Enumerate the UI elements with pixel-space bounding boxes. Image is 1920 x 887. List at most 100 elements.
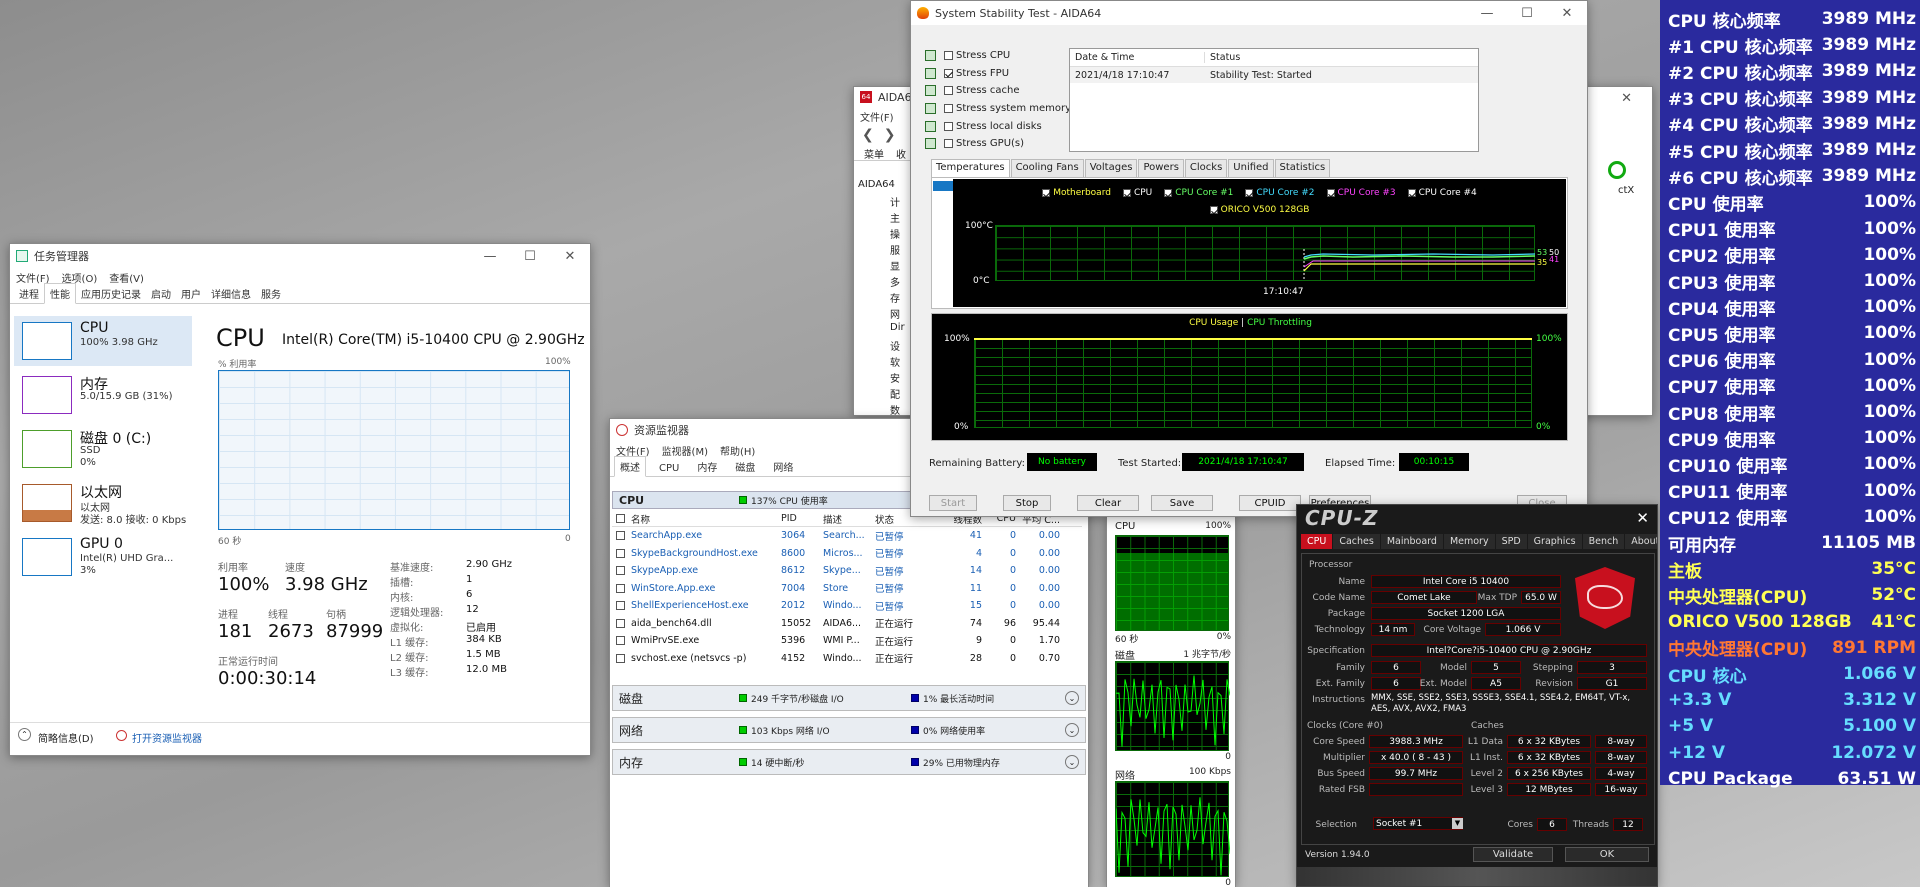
menu-item[interactable]: 查看(V) — [109, 270, 144, 285]
sensor-tab[interactable]: Cooling Fans — [1010, 159, 1084, 177]
tree-item[interactable]: 网 — [858, 306, 918, 322]
cpuz-tab[interactable]: Graphics — [1527, 534, 1582, 549]
sensor-tab[interactable]: Unified — [1228, 159, 1274, 177]
select-all-checkbox[interactable] — [616, 514, 625, 523]
tab-1[interactable]: 性能 — [44, 283, 76, 304]
table-row[interactable]: svchost.exe (netsvcs -p) 4152 Windo... 正在运行… — [612, 650, 1082, 668]
cpuz-tab[interactable]: About — [1625, 534, 1657, 549]
sensor-tab[interactable]: Voltages — [1084, 159, 1138, 177]
perf-side-item[interactable]: CPU 100% 3.98 GHz — [14, 316, 192, 366]
menu-item[interactable]: 帮助(H) — [720, 443, 755, 458]
stress-option[interactable]: Stress CPU — [925, 47, 1075, 65]
minimize-icon[interactable]: — — [1467, 1, 1507, 25]
row-checkbox[interactable] — [616, 601, 625, 611]
column-header[interactable]: PID — [778, 513, 820, 524]
table-row[interactable]: SkypeBackgroundHost.exe 8600 Micros... 已暂停 4… — [612, 545, 1082, 563]
tree-item[interactable]: Dir — [858, 322, 918, 338]
ok-button[interactable]: OK — [1565, 847, 1649, 862]
table-row[interactable]: WinStore.App.exe 7004 Store 已暂停 11 0 0.00 — [612, 580, 1082, 598]
tab-0[interactable]: 进程 — [14, 284, 44, 303]
row-checkbox[interactable] — [616, 566, 625, 576]
cpuid-button[interactable]: CPUID — [1239, 495, 1301, 511]
tree-item[interactable]: 主 — [858, 210, 918, 226]
tree-item[interactable]: 服 — [858, 242, 918, 258]
tree-item[interactable]: 软 — [858, 354, 918, 370]
stress-checkbox[interactable] — [944, 121, 953, 131]
minimize-icon[interactable]: — — [470, 244, 510, 268]
socket-select[interactable]: Socket #1 — [1373, 817, 1463, 830]
cpuz-tab[interactable]: Caches — [1333, 534, 1380, 549]
column-header[interactable]: 名称 — [628, 512, 778, 526]
stress-option[interactable]: Stress cache — [925, 82, 1075, 100]
perf-side-item[interactable]: 磁盘 0 (C:) SSD 0% — [14, 424, 192, 474]
cpu-section-title[interactable]: CPU — [619, 494, 739, 507]
tree-item[interactable]: 显 — [858, 258, 918, 274]
maximize-icon[interactable]: ☐ — [1507, 1, 1547, 25]
column-header[interactable]: 描述 — [820, 512, 872, 526]
close-icon[interactable]: ✕ — [1547, 1, 1587, 25]
stress-checkbox[interactable] — [944, 86, 953, 96]
resource-section[interactable]: 磁盘 249 千字节/秒磁盘 I/O 1% 最长活动时间 ⌄ — [612, 685, 1086, 711]
validate-button[interactable]: Validate — [1473, 847, 1553, 862]
tree-item[interactable]: 计 — [858, 194, 918, 210]
cpuz-window[interactable]: CPU-Z ✕ CPU Caches Mainboard Memory SPD Graph… — [1296, 504, 1658, 887]
chevron-up-icon[interactable]: ⌃ — [18, 728, 31, 741]
table-row[interactable]: WmiPrvSE.exe 5396 WMI P... 正在运行 9 0 1.70 — [612, 632, 1082, 650]
tree-item[interactable]: 数 — [858, 402, 918, 415]
cpuz-tab[interactable]: SPD — [1495, 534, 1527, 549]
table-row[interactable]: SearchApp.exe 3064 Search... 已暂停 41 0 0.00 — [612, 527, 1082, 545]
close-icon[interactable]: ✕ — [1621, 91, 1632, 106]
sensor-tab[interactable]: Clocks — [1184, 159, 1228, 177]
perf-side-item[interactable]: GPU 0 Intel(R) UHD Gra... 3% — [14, 532, 192, 582]
tab-4[interactable]: 用户 — [176, 284, 206, 303]
cpuz-tab[interactable]: Mainboard — [1380, 534, 1443, 549]
close-icon[interactable]: ✕ — [1636, 509, 1649, 527]
less-details-link[interactable]: 简略信息(D) — [38, 730, 94, 745]
chevron-down-icon[interactable]: ⌄ — [1065, 755, 1079, 769]
chevron-down-icon[interactable]: ⌄ — [1065, 723, 1079, 737]
tree-item[interactable]: 安 — [858, 370, 918, 386]
clear-button[interactable]: Clear — [1077, 495, 1139, 511]
chevron-down-icon[interactable]: ⌄ — [1065, 691, 1079, 705]
tree-item[interactable]: 操 — [858, 226, 918, 242]
row-checkbox[interactable] — [616, 531, 625, 541]
tab-3[interactable]: 磁盘 — [730, 457, 760, 476]
stress-checkbox[interactable] — [944, 104, 953, 114]
stress-option[interactable]: Stress FPU — [925, 65, 1075, 83]
tree-item[interactable]: 存 — [858, 290, 918, 306]
sensor-tab[interactable]: Powers — [1138, 159, 1184, 177]
stress-option[interactable]: Stress system memory — [925, 100, 1075, 118]
tab-2[interactable]: 应用历史记录 — [76, 284, 146, 303]
row-checkbox[interactable] — [616, 636, 625, 646]
tab-menu[interactable]: 菜单 — [858, 145, 890, 161]
cpuz-tab[interactable]: Bench — [1582, 534, 1625, 549]
save-button[interactable]: Save — [1151, 495, 1213, 511]
tab-6[interactable]: 服务 — [256, 284, 286, 303]
tab-0[interactable]: 概述 — [614, 456, 646, 477]
row-checkbox[interactable] — [616, 653, 625, 663]
resource-section[interactable]: 内存 14 硬中断/秒 29% 已用物理内存 ⌄ — [612, 749, 1086, 775]
stress-option[interactable]: Stress local disks — [925, 117, 1075, 135]
perf-side-item[interactable]: 内存 5.0/15.9 GB (31%) — [14, 370, 192, 420]
tab-2[interactable]: 内存 — [692, 457, 722, 476]
row-checkbox[interactable] — [616, 618, 625, 628]
forward-icon[interactable]: ❯ — [884, 127, 896, 143]
task-manager-window[interactable]: 任务管理器 — ☐ ✕ 文件(F) 选项(O) 查看(V) 进程 性能 应用历史记录 启动… — [9, 243, 591, 756]
close-icon[interactable]: ✕ — [550, 244, 590, 268]
tree-item[interactable]: 配 — [858, 386, 918, 402]
perf-side-item[interactable]: 以太网 以太网 发送: 8.0 接收: 0 Kbps — [14, 478, 192, 528]
open-resource-monitor-link[interactable]: 打开资源监视器 — [132, 730, 202, 745]
menu-item[interactable]: 监视器(M) — [662, 443, 708, 458]
tab-favorites[interactable]: 收 — [890, 145, 912, 161]
log-row[interactable]: 2021/4/18 17:10:47 Stability Test: Start… — [1070, 67, 1478, 83]
back-icon[interactable]: ❮ — [862, 127, 874, 143]
stress-checkbox[interactable] — [944, 68, 953, 78]
sensor-tab[interactable]: Temperatures — [931, 159, 1010, 177]
menu-file[interactable]: 文件(F) — [860, 109, 894, 124]
table-row[interactable]: ShellExperienceHost.exe 2012 Windo... 已暂停 15… — [612, 597, 1082, 615]
row-checkbox[interactable] — [616, 583, 625, 593]
cpuz-tab[interactable]: CPU — [1301, 534, 1333, 549]
stop-button[interactable]: Stop — [1003, 495, 1051, 511]
stress-option[interactable]: Stress GPU(s) — [925, 135, 1075, 153]
chevron-down-icon[interactable]: ▼ — [1452, 818, 1463, 829]
